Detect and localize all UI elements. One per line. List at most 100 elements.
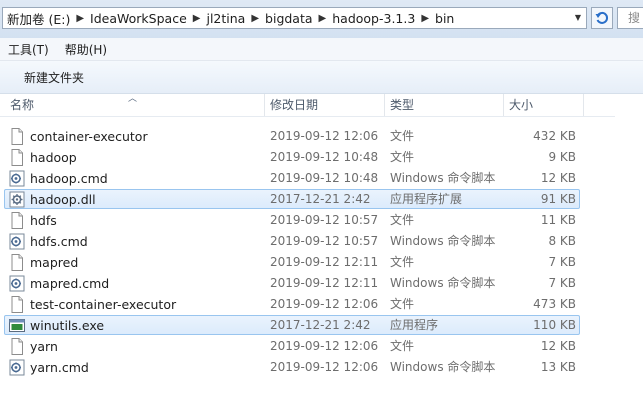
file-name: winutils.exe <box>30 318 105 333</box>
file-type: 文件 <box>390 150 415 164</box>
menu-tools[interactable]: 工具(T) <box>0 41 57 58</box>
menu-bar: 工具(T) 帮助(H) <box>0 38 643 61</box>
breadcrumb-hadoop[interactable]: hadoop-3.1.3 <box>328 11 419 26</box>
file-modified-date: 2019-09-12 12:06 <box>270 360 379 374</box>
file-type: 文件 <box>390 297 415 311</box>
address-bar-area: 新加卷 (E:) ▶ IdeaWorkSpace ▶ jl2tina ▶ big… <box>0 0 643 38</box>
file-modified-date: 2019-09-12 10:57 <box>270 234 379 248</box>
file-name: hadoop <box>30 150 77 165</box>
chevron-right-icon[interactable]: ▶ <box>317 13 329 24</box>
file-type: Windows 命令脚本 <box>390 360 496 374</box>
file-icon <box>9 338 25 355</box>
file-icon <box>9 149 25 166</box>
column-date[interactable]: 修改日期 <box>264 94 384 116</box>
file-row[interactable]: mapred 2019-09-12 12:11 文件 7 KB <box>0 252 643 273</box>
file-row[interactable]: hadoop.cmd 2019-09-12 10:48 Windows 命令脚本 12… <box>0 168 643 189</box>
file-type: 文件 <box>390 213 415 227</box>
file-type: 应用程序扩展 <box>390 192 463 206</box>
list-right-area <box>615 94 643 399</box>
chevron-right-icon[interactable]: ▶ <box>419 13 431 24</box>
file-size: 91 KB <box>540 192 576 206</box>
breadcrumb-jl2tina[interactable]: jl2tina <box>202 11 249 26</box>
file-modified-date: 2019-09-12 12:11 <box>270 255 379 269</box>
exe-window-icon <box>9 317 25 334</box>
file-type: Windows 命令脚本 <box>390 171 496 185</box>
file-size: 12 KB <box>540 171 576 185</box>
refresh-icon <box>595 11 609 24</box>
breadcrumb-bin[interactable]: bin <box>431 11 458 26</box>
file-row[interactable]: hdfs.cmd 2019-09-12 10:57 Windows 命令脚本 8 KB <box>0 231 643 252</box>
file-modified-date: 2019-09-12 12:06 <box>270 129 379 143</box>
file-size: 9 KB <box>548 150 576 164</box>
refresh-button[interactable] <box>591 7 613 29</box>
address-dropdown-icon[interactable]: ▼ <box>572 11 584 25</box>
file-row[interactable]: yarn.cmd 2019-09-12 12:06 Windows 命令脚本 13 K… <box>0 357 643 378</box>
file-row[interactable]: container-executor 2019-09-12 12:06 文件 432 … <box>0 126 643 147</box>
column-name[interactable]: 名称 <box>4 94 264 116</box>
chevron-right-icon[interactable]: ▶ <box>249 13 261 24</box>
address-bar[interactable]: 新加卷 (E:) ▶ IdeaWorkSpace ▶ jl2tina ▶ big… <box>2 7 587 29</box>
column-size[interactable]: 大小 <box>503 94 583 116</box>
file-modified-date: 2017-12-21 2:42 <box>270 192 371 206</box>
cmd-script-icon <box>9 170 25 187</box>
cmd-script-icon <box>9 233 25 250</box>
file-modified-date: 2019-09-12 10:48 <box>270 171 379 185</box>
column-divider[interactable] <box>583 94 584 116</box>
file-name: yarn <box>30 339 58 354</box>
file-name: test-container-executor <box>30 297 177 312</box>
file-size: 7 KB <box>548 276 576 290</box>
file-list: container-executor 2019-09-12 12:06 文件 432 … <box>0 126 643 378</box>
new-folder-button[interactable]: 新建文件夹 <box>24 69 84 86</box>
breadcrumb-bigdata[interactable]: bigdata <box>261 11 317 26</box>
file-name: hadoop.dll <box>30 192 96 207</box>
file-size: 432 KB <box>533 129 576 143</box>
file-modified-date: 2019-09-12 12:06 <box>270 297 379 311</box>
file-modified-date: 2019-09-12 10:48 <box>270 150 379 164</box>
menu-help[interactable]: 帮助(H) <box>57 41 115 58</box>
file-name: hdfs.cmd <box>30 234 88 249</box>
file-size: 12 KB <box>540 339 576 353</box>
file-size: 110 KB <box>533 318 576 332</box>
chevron-right-icon[interactable]: ▶ <box>191 13 203 24</box>
breadcrumb-drive[interactable]: 新加卷 (E:) <box>3 9 74 28</box>
file-row[interactable]: hadoop.dll 2017-12-21 2:42 应用程序扩展 91 KB <box>0 189 643 210</box>
file-size: 11 KB <box>540 213 576 227</box>
file-icon <box>9 296 25 313</box>
column-header: ︿ 名称 修改日期 类型 大小 <box>0 94 643 117</box>
breadcrumb-ideaworkspace[interactable]: IdeaWorkSpace <box>86 11 191 26</box>
file-name: hadoop.cmd <box>30 171 108 186</box>
file-row[interactable]: test-container-executor 2019-09-12 12:06 文… <box>0 294 643 315</box>
command-bar: 新建文件夹 <box>0 61 643 94</box>
file-modified-date: 2019-09-12 12:11 <box>270 276 379 290</box>
file-size: 8 KB <box>548 234 576 248</box>
file-name: yarn.cmd <box>30 360 89 375</box>
file-type: Windows 命令脚本 <box>390 276 496 290</box>
file-modified-date: 2017-12-21 2:42 <box>270 318 371 332</box>
chevron-right-icon[interactable]: ▶ <box>74 13 86 24</box>
file-modified-date: 2019-09-12 10:57 <box>270 213 379 227</box>
file-size: 13 KB <box>540 360 576 374</box>
file-row[interactable]: hadoop 2019-09-12 10:48 文件 9 KB <box>0 147 643 168</box>
cmd-script-icon <box>9 275 25 292</box>
file-row[interactable]: winutils.exe 2017-12-21 2:42 应用程序 110 KB <box>0 315 643 336</box>
file-type: 应用程序 <box>390 318 439 332</box>
file-size: 473 KB <box>533 297 576 311</box>
file-name: mapred.cmd <box>30 276 110 291</box>
file-type: Windows 命令脚本 <box>390 234 496 248</box>
file-modified-date: 2019-09-12 12:06 <box>270 339 379 353</box>
search-input[interactable]: 搜 <box>617 7 643 29</box>
file-name: container-executor <box>30 129 148 144</box>
cmd-script-icon <box>9 359 25 376</box>
file-row[interactable]: yarn 2019-09-12 12:06 文件 12 KB <box>0 336 643 357</box>
file-type: 文件 <box>390 339 415 353</box>
column-type[interactable]: 类型 <box>384 94 504 116</box>
file-type: 文件 <box>390 255 415 269</box>
file-name: mapred <box>30 255 79 270</box>
dll-gear-icon <box>9 191 25 208</box>
file-icon <box>9 212 25 229</box>
file-name: hdfs <box>30 213 57 228</box>
file-icon <box>9 254 25 271</box>
file-row[interactable]: hdfs 2019-09-12 10:57 文件 11 KB <box>0 210 643 231</box>
file-size: 7 KB <box>548 255 576 269</box>
file-row[interactable]: mapred.cmd 2019-09-12 12:11 Windows 命令脚本 7 … <box>0 273 643 294</box>
